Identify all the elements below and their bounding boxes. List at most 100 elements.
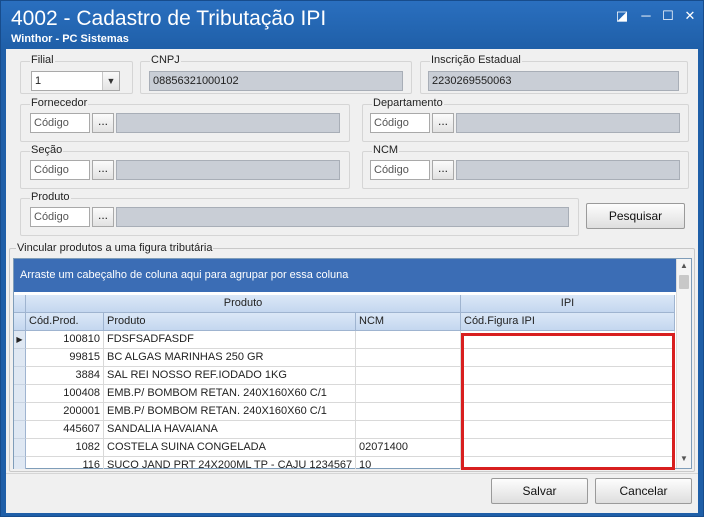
cell-ncm[interactable] (356, 421, 461, 439)
departamento-label: Departamento (372, 97, 444, 109)
table-row[interactable]: 99815 BC ALGAS MARINHAS 250 GR (14, 349, 677, 367)
cell-figura-ipi[interactable] (461, 385, 675, 403)
produto-search-button[interactable]: ... (92, 207, 114, 227)
cell-produto[interactable]: EMB.P/ BOMBOM RETAN. 240X160X60 C/1 (104, 403, 356, 421)
ncm-name-field (456, 160, 680, 180)
fornecedor-search-button[interactable]: ... (92, 113, 114, 133)
cell-cod[interactable]: 200001 (26, 403, 104, 421)
band-produto[interactable]: Produto (26, 295, 461, 313)
table-row[interactable]: 3884 SAL REI NOSSO REF.IODADO 1KG (14, 367, 677, 385)
cell-ncm[interactable] (356, 367, 461, 385)
produto-code-input[interactable]: Código (30, 207, 90, 227)
scroll-thumb[interactable] (679, 275, 689, 289)
cell-produto[interactable]: SUCO JAND PRT 24X200ML TP - CAJU 1234567 (104, 457, 356, 469)
cell-ncm[interactable]: 10 (356, 457, 461, 469)
window-subtitle: Winthor - PC Sistemas (11, 33, 129, 45)
band-ipi[interactable]: IPI (461, 295, 675, 313)
cell-ncm[interactable]: 02071400 (356, 439, 461, 457)
row-indicator (14, 367, 26, 385)
row-indicator (14, 439, 26, 457)
cell-figura-ipi[interactable] (461, 367, 675, 385)
cnpj-label: CNPJ (150, 54, 181, 66)
row-indicator (14, 349, 26, 367)
produto-label: Produto (30, 191, 71, 203)
col-cod-prod[interactable]: Cód.Prod. (26, 313, 104, 331)
col-cod-figura-ipi[interactable]: Cód.Figura IPI (461, 313, 675, 331)
inscricao-field: 2230269550063 (428, 71, 679, 91)
table-row[interactable]: ▶ 100810 FDSFSADFASDF (14, 331, 677, 349)
table-row[interactable]: 1082 COSTELA SUINA CONGELADA 02071400 (14, 439, 677, 457)
footer-divider (6, 473, 698, 474)
table-row[interactable]: 445607 SANDALIA HAVAIANA (14, 421, 677, 439)
cell-cod[interactable]: 99815 (26, 349, 104, 367)
departamento-code-input[interactable]: Código (370, 113, 430, 133)
close-button[interactable]: ✕ (679, 7, 701, 25)
cell-produto[interactable]: BC ALGAS MARINHAS 250 GR (104, 349, 356, 367)
produto-name-field (116, 207, 569, 227)
cnpj-field: 08856321000102 (149, 71, 403, 91)
band-indicator-header (14, 295, 26, 313)
ncm-search-button[interactable]: ... (432, 160, 454, 180)
fornecedor-name-field (116, 113, 340, 133)
salvar-button[interactable]: Salvar (491, 478, 588, 504)
maximize-button[interactable]: ☐ (657, 7, 679, 25)
secao-label: Seção (30, 144, 64, 156)
table-row[interactable]: 100408 EMB.P/ BOMBOM RETAN. 240X160X60 C… (14, 385, 677, 403)
pesquisar-button[interactable]: Pesquisar (586, 203, 685, 229)
cell-figura-ipi[interactable] (461, 421, 675, 439)
grid-rows: ▶ 100810 FDSFSADFASDF 99815 BC ALGAS MAR… (14, 331, 677, 469)
scroll-down-icon[interactable]: ▼ (677, 452, 691, 466)
cell-figura-ipi[interactable] (461, 457, 675, 469)
filial-select[interactable]: 1 ▼ (31, 71, 120, 91)
cell-produto[interactable]: SAL REI NOSSO REF.IODADO 1KG (104, 367, 356, 385)
cell-figura-ipi[interactable] (461, 349, 675, 367)
ncm-label: NCM (372, 144, 400, 156)
cell-ncm[interactable] (356, 403, 461, 421)
chevron-down-icon[interactable]: ▼ (102, 72, 119, 90)
cell-cod[interactable]: 116 (26, 457, 104, 469)
cell-figura-ipi[interactable] (461, 439, 675, 457)
cell-produto[interactable]: EMB.P/ BOMBOM RETAN. 240X160X60 C/1 (104, 385, 356, 403)
restore-icon[interactable]: ◪ (611, 7, 633, 25)
cell-cod[interactable]: 100408 (26, 385, 104, 403)
current-row-indicator: ▶ (14, 331, 26, 349)
row-indicator (14, 403, 26, 421)
filial-label: Filial (30, 54, 55, 66)
window-title: 4002 - Cadastro de Tributação IPI (11, 7, 327, 30)
main-window: 4002 - Cadastro de Tributação IPI Wintho… (0, 0, 704, 517)
departamento-search-button[interactable]: ... (432, 113, 454, 133)
fornecedor-code-input[interactable]: Código (30, 113, 90, 133)
inscricao-label: Inscrição Estadual (430, 54, 522, 66)
column-header-row: Cód.Prod. Produto NCM Cód.Figura IPI (14, 313, 677, 331)
ncm-code-input[interactable]: Código (370, 160, 430, 180)
table-row[interactable]: 116 SUCO JAND PRT 24X200ML TP - CAJU 123… (14, 457, 677, 469)
cell-figura-ipi[interactable] (461, 403, 675, 421)
cell-cod[interactable]: 1082 (26, 439, 104, 457)
cell-produto[interactable]: COSTELA SUINA CONGELADA (104, 439, 356, 457)
cancelar-button[interactable]: Cancelar (595, 478, 692, 504)
column-indicator-header (14, 313, 26, 331)
cell-produto[interactable]: FDSFSADFASDF (104, 331, 356, 349)
cell-cod[interactable]: 100810 (26, 331, 104, 349)
table-row[interactable]: 200001 EMB.P/ BOMBOM RETAN. 240X160X60 C… (14, 403, 677, 421)
row-indicator (14, 457, 26, 469)
cell-ncm[interactable] (356, 349, 461, 367)
filial-value: 1 (35, 75, 42, 87)
col-produto[interactable]: Produto (104, 313, 356, 331)
cell-produto[interactable]: SANDALIA HAVAIANA (104, 421, 356, 439)
cell-cod[interactable]: 3884 (26, 367, 104, 385)
col-ncm[interactable]: NCM (356, 313, 461, 331)
secao-name-field (116, 160, 340, 180)
cell-figura-ipi[interactable] (461, 331, 675, 349)
secao-search-button[interactable]: ... (92, 160, 114, 180)
group-by-panel[interactable]: Arraste um cabeçalho de coluna aqui para… (14, 259, 677, 292)
products-grid: Arraste um cabeçalho de coluna aqui para… (13, 258, 692, 470)
minimize-button[interactable]: ─ (635, 7, 657, 25)
cell-ncm[interactable] (356, 331, 461, 349)
secao-code-input[interactable]: Código (30, 160, 90, 180)
scroll-up-icon[interactable]: ▲ (677, 259, 691, 273)
grid-vertical-scrollbar[interactable]: ▲ ▼ (676, 259, 691, 468)
cell-cod[interactable]: 445607 (26, 421, 104, 439)
cell-ncm[interactable] (356, 385, 461, 403)
departamento-name-field (456, 113, 680, 133)
